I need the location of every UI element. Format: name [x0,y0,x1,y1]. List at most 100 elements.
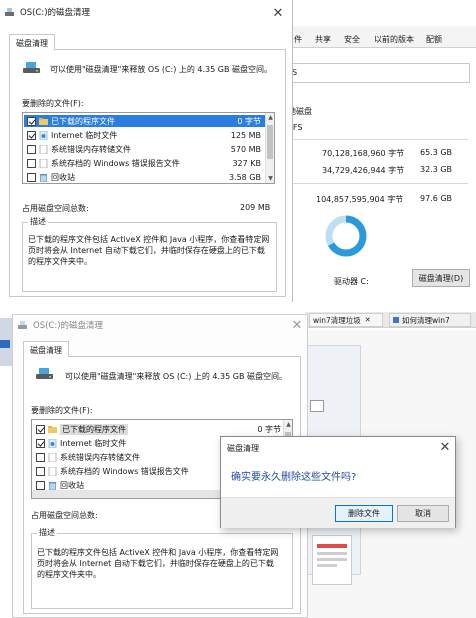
checkbox[interactable] [27,144,36,154]
file-name: 回收站 [60,480,84,490]
close-icon[interactable]: ✕ [270,6,286,22]
tab-disk-cleanup[interactable]: 磁盘清理 [23,341,69,357]
confirm-dialog: 磁盘清理 ✕ 确实要永久删除这些文件吗? 删除文件 取消 [220,436,456,528]
props-free-bytes: 34,729,426,944 字节 [322,166,405,175]
props-tab-previous[interactable]: 以前的版本 [374,34,414,45]
list-scrollbar[interactable]: ▲ ▼ [265,113,274,183]
list-item[interactable]: Internet 临时文件 125 MB [24,129,265,141]
file-size: 3.58 GB [228,172,261,182]
props-tab-quota[interactable]: 配额 [426,34,442,45]
file-size: 125 MB [230,130,261,140]
props-free-gb: 32.3 GB [420,165,453,174]
drive-icon [23,62,40,73]
disk-cleanup-icon [5,8,14,16]
tab-disk-cleanup[interactable]: 磁盘清理 [9,34,55,50]
checkbox[interactable] [27,172,36,182]
file-name: 已下载的程序文件 [60,423,128,435]
list-item[interactable]: 回收站 3.58 GB [24,171,265,183]
close-icon[interactable]: ✕ [289,318,305,334]
internet-file-icon [48,438,57,448]
close-icon[interactable]: ✕ [437,440,453,456]
checkbox[interactable] [27,158,36,168]
folder-icon [39,117,48,125]
scroll-up-icon[interactable]: ▲ [284,420,293,429]
list-item[interactable]: 系统存档的 Windows 错误报告文件 327 KB [24,157,265,169]
drive-icon [36,368,53,379]
files-label: 要删除的文件(F): [31,406,93,415]
props-capacity-bytes: 104,857,595,904 字节 [316,195,404,204]
list-item[interactable]: 系统错误内存转储文件 570 MB [24,143,265,155]
checkbox[interactable] [36,452,45,462]
recycle-bin-icon [40,173,47,182]
browser-tab-2[interactable]: 如何清理win7 [389,313,471,327]
blank-file-icon [48,452,57,462]
close-icon[interactable]: ✕ [365,316,371,324]
file-name: 系统错误内存转储文件 [60,452,140,462]
file-size: 570 MB [230,144,261,154]
props-capacity-gb: 97.6 GB [420,194,453,203]
list-item[interactable]: 系统存档的 Windows 错误报告文件 [33,465,233,477]
delete-files-button[interactable]: 删除文件 [335,505,393,522]
page-icon [393,317,399,323]
list-item[interactable]: 系统错误内存转储文件 [33,451,233,463]
browser-tab-1-label: win7清理垃圾 [313,315,361,325]
disk-cleanup-icon [18,321,27,329]
disk-cleanup-button[interactable]: 磁盘清理(D) [412,269,470,287]
description-text: 已下载的程序文件包括 ActiveX 控件和 Java 小程序，你查看特定网 页… [28,235,270,266]
list-item[interactable]: Internet 临时文件 [33,437,233,449]
file-size: 0 字节 [237,116,261,126]
file-size: 0 字节 [257,424,281,434]
scroll-down-icon[interactable]: ▼ [266,174,275,183]
props-name-field[interactable] [288,63,470,83]
disk-cleanup-window-top: OS(C:)的磁盘清理 ✕ 磁盘清理 可以使用"磁盘清理"来释放 OS (C:)… [0,0,293,302]
checkbox[interactable] [27,116,36,126]
browser-tab-1[interactable]: win7清理垃圾 ✕ [309,313,383,327]
total-space-label: 占用磁盘空间总数: [22,204,89,213]
info-text: 可以使用"磁盘清理"来释放 OS (C:) 上的 4.35 GB 磁盘空间。 [65,372,288,381]
props-drive-label: 驱动器 C: [334,277,369,286]
file-name: 已下载的程序文件 [51,116,115,126]
checkbox[interactable] [27,130,36,140]
title-bar[interactable]: OS(C:)的磁盘清理 [0,0,292,24]
props-used-bytes: 70,128,168,960 字节 [322,149,405,158]
confirm-title: 磁盘清理 [227,444,259,453]
props-divider-2 [288,183,468,184]
edge-icon [0,340,10,348]
internet-file-icon [39,130,48,140]
props-tab-general[interactable]: 件 [294,34,302,45]
cancel-button[interactable]: 取消 [397,505,449,522]
checkbox[interactable] [36,438,45,448]
disk-usage-donut [325,215,367,257]
list-item[interactable]: 已下载的程序文件 0 字节 [33,423,285,435]
scroll-thumb[interactable] [267,125,273,159]
scroll-up-icon[interactable]: ▲ [266,113,275,122]
total-space-label: 占用磁盘空间总数: [31,511,98,520]
title-bar[interactable]: OS(C:)的磁盘清理 [13,315,307,335]
window-title: OS(C:)的磁盘清理 [33,321,104,331]
file-size: 327 KB [232,158,261,168]
checkbox[interactable] [36,424,45,434]
props-tab-security[interactable]: 安全 [344,34,360,45]
background-box [310,400,324,412]
blank-file-icon [48,466,57,476]
checkbox[interactable] [36,480,45,490]
files-label: 要删除的文件(F): [22,99,84,108]
total-space-value: 209 MB [240,203,271,212]
file-name: 系统存档的 Windows 错误报告文件 [60,466,189,476]
description-title: 描述 [28,216,48,227]
info-text: 可以使用"磁盘清理"来释放 OS (C:) 上的 4.35 GB 磁盘空间。 [50,65,273,74]
files-list[interactable]: 已下载的程序文件 0 字节 Internet 临时文件 125 MB 系统错误内… [22,112,275,184]
recycle-bin-icon [49,481,56,490]
checkbox[interactable] [36,466,45,476]
properties-window-bg: 件 共享 安全 以前的版本 配额 S 地磁盘 TFS 70,128,168,96… [288,26,476,302]
background-thumbnail [312,535,352,585]
props-used-gb: 65.3 GB [420,148,453,157]
confirm-message: 确实要永久删除这些文件吗? [231,472,357,483]
browser-tab-2-label: 如何清理win7 [402,315,450,325]
description-title: 描述 [37,527,57,538]
window-title: OS(C:)的磁盘清理 [20,8,91,18]
blank-file-icon [39,144,48,154]
list-item[interactable]: 已下载的程序文件 0 字节 [24,115,265,127]
props-tab-share[interactable]: 共享 [315,34,331,45]
description-text: 已下载的程序文件包括 ActiveX 控件和 Java 小程序，你查看特定网 页… [37,548,279,579]
